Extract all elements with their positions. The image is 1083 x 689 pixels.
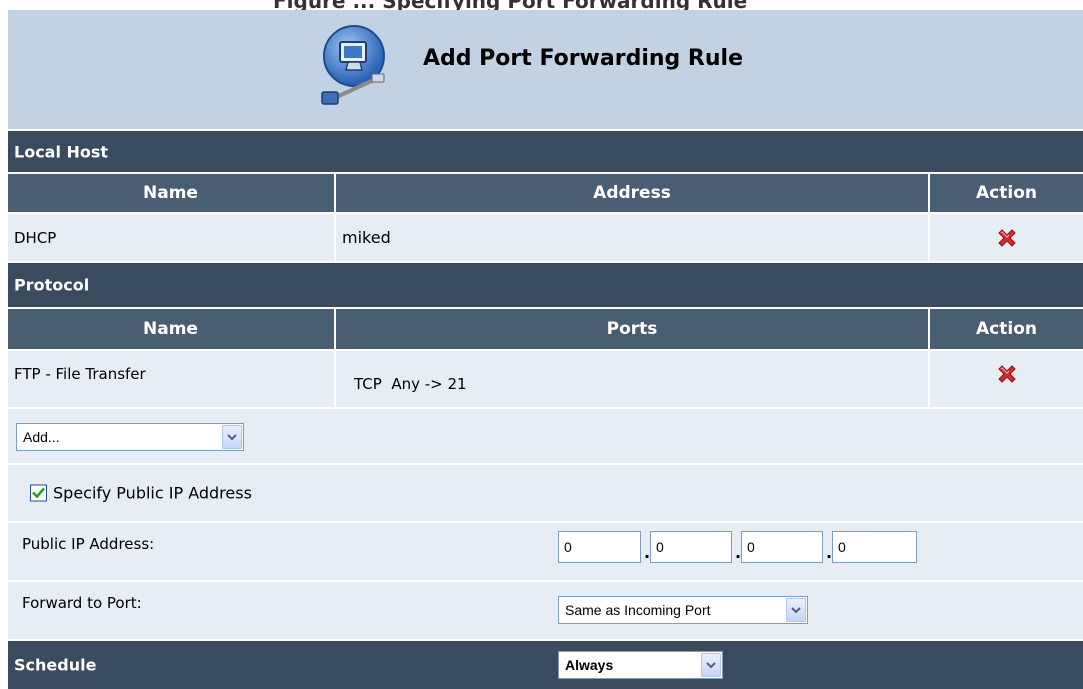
specify-public-ip-label: Specify Public IP Address — [53, 483, 252, 503]
specify-public-ip-row: Specify Public IP Address — [8, 465, 1083, 521]
column-header-ports: Ports — [606, 319, 658, 339]
add-protocol-select[interactable]: Add... — [16, 423, 244, 451]
port-forwarding-icon — [321, 25, 385, 105]
ip-octet-3-input[interactable]: 0 — [741, 531, 823, 563]
schedule-value: Always — [565, 657, 614, 673]
schedule-select[interactable]: Always — [558, 651, 723, 679]
host-name-cell: DHCP — [14, 228, 57, 247]
forward-to-port-row: Forward to Port: Same as Incoming Port — [8, 582, 1083, 639]
add-protocol-row: Add... — [8, 409, 1083, 463]
clipped-caption-text: Figure ... Specifying Port Forwarding Ru… — [273, 0, 747, 10]
section-local-host: Local Host — [8, 131, 1083, 172]
ip-octet-1-input[interactable]: 0 — [558, 531, 641, 563]
column-header-action: Action — [976, 319, 1037, 339]
top-clipped-caption: Figure ... Specifying Port Forwarding Ru… — [0, 0, 1083, 10]
column-header-name: Name — [143, 183, 198, 203]
public-ip-label: Public IP Address: — [22, 535, 155, 553]
host-address-cell: miked — [342, 228, 391, 247]
checkmark-icon — [32, 487, 45, 499]
protocol-name-cell: FTP - File Transfer — [14, 365, 146, 383]
add-protocol-select-value: Add... — [23, 429, 60, 445]
forward-to-port-label: Forward to Port: — [22, 594, 142, 612]
section-protocol: Protocol — [8, 263, 1083, 307]
host-action-cell — [930, 214, 1083, 261]
schedule-row: Schedule Always — [8, 641, 1083, 689]
section-protocol-label: Protocol — [14, 275, 90, 295]
delete-x-icon[interactable] — [996, 227, 1018, 249]
ip-octet-4-input[interactable]: 0 — [832, 531, 917, 563]
chevron-down-icon[interactable] — [222, 425, 242, 449]
column-header-address: Address — [593, 183, 671, 203]
section-local-host-label: Local Host — [14, 142, 109, 161]
page-header: Add Port Forwarding Rule — [8, 10, 1083, 129]
forward-to-port-select[interactable]: Same as Incoming Port — [558, 596, 808, 624]
table-row: DHCP miked — [8, 214, 1083, 261]
column-header-action: Action — [976, 183, 1037, 203]
column-header-name: Name — [143, 319, 198, 339]
protocol-column-headers: Name Ports Action — [8, 309, 1083, 349]
delete-x-icon[interactable] — [996, 363, 1018, 385]
forward-to-port-value: Same as Incoming Port — [565, 602, 711, 618]
chevron-down-icon[interactable] — [786, 598, 806, 622]
table-row: FTP - File Transfer TCP Any -> 21 — [8, 351, 1083, 407]
public-ip-row: Public IP Address: 0 . 0 . 0 . 0 — [8, 523, 1083, 580]
protocol-ports-cell: TCP Any -> 21 — [354, 375, 467, 393]
specify-public-ip-checkbox[interactable] — [30, 484, 47, 502]
page-title: Add Port Forwarding Rule — [423, 46, 743, 71]
local-host-column-headers: Name Address Action — [8, 174, 1083, 212]
protocol-action-cell — [930, 351, 1083, 407]
schedule-label: Schedule — [14, 655, 97, 675]
chevron-down-icon[interactable] — [701, 653, 721, 677]
ip-octet-2-input[interactable]: 0 — [650, 531, 732, 563]
